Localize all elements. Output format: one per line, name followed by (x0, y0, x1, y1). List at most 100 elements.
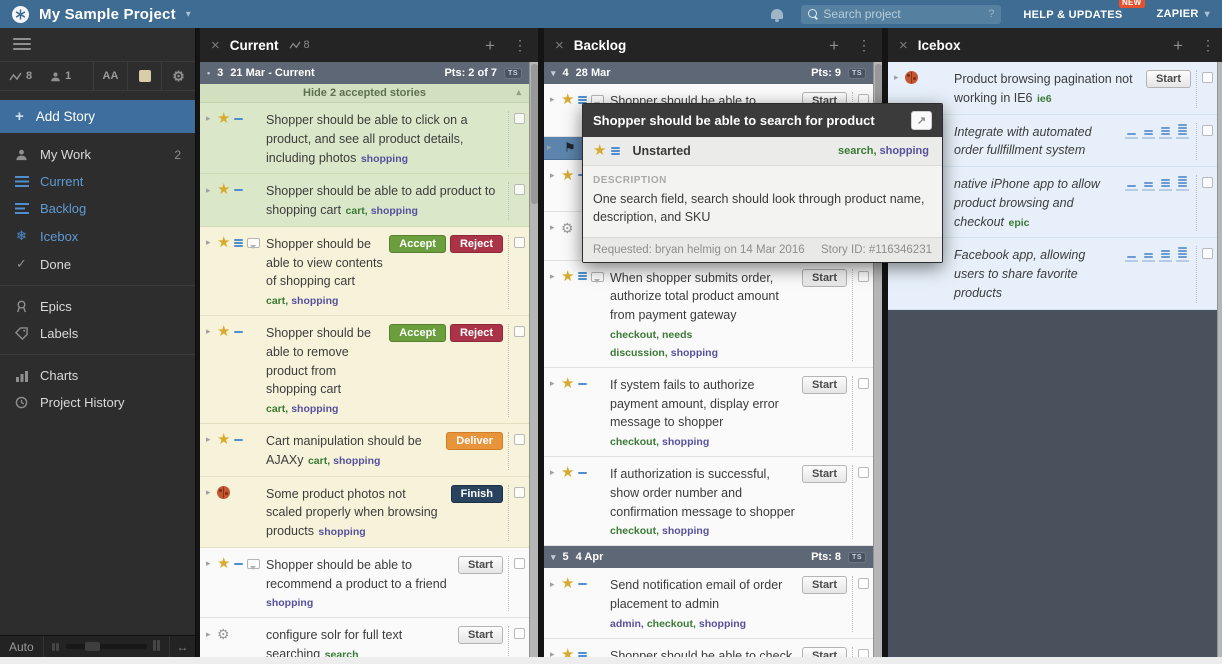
estimate-2-button[interactable] (1142, 130, 1155, 139)
estimate-2-button[interactable] (1142, 182, 1155, 191)
story-label[interactable]: ie6 (1037, 93, 1052, 105)
expander-icon[interactable]: ▸ (206, 113, 213, 124)
zapier-menu[interactable]: ZAPIER ▾ (1157, 8, 1210, 20)
expander-icon[interactable]: ▸ (206, 629, 213, 640)
start-button[interactable]: Start (1146, 70, 1191, 88)
expander-icon[interactable]: ▸ (547, 142, 554, 153)
reject-button[interactable]: Reject (450, 235, 503, 253)
sidebar-item-project-history[interactable]: Project History (0, 389, 195, 416)
sidebar-item-backlog[interactable]: Backlog (0, 195, 195, 222)
expand-panels-button[interactable]: ↔ (169, 636, 195, 657)
start-button[interactable]: Start (802, 269, 847, 287)
density-button[interactable] (127, 62, 161, 90)
expander-icon[interactable]: ▸ (550, 649, 557, 657)
story-row[interactable]: ▸★ If authorization is successful, show … (544, 457, 873, 546)
select-stories-badge[interactable]: TS (504, 68, 522, 79)
font-size-button[interactable]: AA (93, 62, 127, 90)
story-label[interactable]: shopping (671, 347, 718, 359)
story-checkbox[interactable] (514, 113, 525, 124)
story-row[interactable]: ▸ Some product photos not scaled properl… (200, 477, 529, 548)
sidebar-item-charts[interactable]: Charts (0, 362, 195, 389)
expander-icon[interactable]: ▸ (894, 72, 901, 83)
story-checkbox[interactable] (514, 558, 525, 569)
story-label[interactable]: checkout, (610, 436, 659, 448)
story-label[interactable]: cart, (266, 403, 288, 415)
story-checkbox[interactable] (514, 326, 525, 337)
start-button[interactable]: Start (458, 556, 503, 574)
expander-icon[interactable]: ▸ (550, 170, 557, 181)
story-label[interactable]: cart, (308, 455, 330, 467)
reject-button[interactable]: Reject (450, 324, 503, 342)
story-label[interactable]: checkout, (647, 618, 696, 630)
story-row[interactable]: ▸★ If system fails to authorize payment … (544, 368, 873, 457)
story-label[interactable]: cart, (266, 295, 288, 307)
story-label[interactable]: admin, (610, 618, 644, 630)
estimate-3-button[interactable] (1159, 250, 1172, 262)
story-checkbox[interactable] (514, 487, 525, 498)
settings-gear-button[interactable]: ⚙ (161, 62, 195, 90)
story-row[interactable]: ▸★ Shopper should be able to add product… (200, 174, 529, 227)
expander-icon[interactable]: ▸ (206, 434, 213, 445)
open-story-button[interactable]: ↗ (911, 111, 932, 130)
close-panel-icon[interactable]: × (555, 38, 564, 53)
start-button[interactable]: Start (458, 626, 503, 644)
story-label[interactable]: shopping (662, 436, 709, 448)
story-checkbox[interactable] (514, 237, 525, 248)
story-label[interactable]: shopping (371, 205, 418, 217)
expander-icon[interactable]: ▸ (206, 487, 213, 498)
expander-icon[interactable]: ▸ (550, 94, 557, 105)
search-box[interactable]: ? (801, 5, 1001, 24)
story-row[interactable]: ▸★ Shopper should be able to remove prod… (200, 316, 529, 424)
auto-width-button[interactable]: Auto (0, 636, 44, 657)
story-checkbox[interactable] (1202, 72, 1213, 83)
add-story-panel-icon[interactable]: + (829, 37, 839, 54)
story-label[interactable]: checkout, (610, 525, 659, 537)
notifications-bell-icon[interactable] (771, 9, 783, 19)
story-label[interactable]: shopping (291, 295, 338, 307)
estimate-3-button[interactable] (1159, 179, 1172, 191)
expander-icon[interactable]: ▸ (550, 467, 557, 478)
deliver-button[interactable]: Deliver (446, 432, 503, 450)
sidebar-collapse-button[interactable] (0, 28, 195, 61)
story-row[interactable]: ▸★ When shopper submits order, authorize… (544, 261, 873, 368)
story-label[interactable]: cart, (346, 205, 368, 217)
story-label[interactable]: shopping (318, 526, 365, 538)
expander-icon[interactable]: ▸ (550, 271, 557, 282)
story-label[interactable]: shopping (266, 597, 313, 609)
story-row[interactable]: ▸★ Shopper should be able to view conten… (200, 227, 529, 316)
story-label[interactable]: shopping (361, 153, 408, 165)
start-button[interactable]: Start (802, 465, 847, 483)
story-checkbox[interactable] (514, 184, 525, 195)
estimate-1-button[interactable] (1125, 185, 1138, 191)
expander-icon[interactable]: ▸ (206, 558, 213, 569)
story-label[interactable]: shopping (662, 525, 709, 537)
add-story-button[interactable]: + Add Story (0, 100, 195, 133)
story-checkbox[interactable] (858, 378, 869, 389)
add-story-panel-icon[interactable]: + (1173, 37, 1183, 54)
sidebar-item-epics[interactable]: Epics (0, 293, 195, 320)
story-label[interactable]: shopping (291, 403, 338, 415)
iteration-header[interactable]: ▾ 5 4 Apr Pts: 8 TS (544, 546, 873, 568)
panel-menu-icon[interactable]: ⋮ (513, 37, 527, 54)
add-story-panel-icon[interactable]: + (485, 37, 495, 54)
project-caret-icon[interactable]: ▾ (186, 9, 191, 20)
sidebar-item-icebox[interactable]: ❄ Icebox (0, 222, 195, 250)
story-label[interactable]: shopping (699, 618, 746, 630)
search-input[interactable] (823, 7, 983, 21)
start-button[interactable]: Start (802, 647, 847, 657)
story-label[interactable]: shopping (333, 455, 380, 467)
story-label[interactable]: search, (838, 145, 877, 157)
panel-menu-icon[interactable]: ⋮ (857, 37, 871, 54)
tracker-logo-icon[interactable] (12, 6, 29, 23)
estimate-4-button[interactable] (1176, 247, 1189, 262)
panel-scrollbar[interactable] (1217, 62, 1222, 657)
help-updates-link[interactable]: HELP & UPDATES NEW (1023, 5, 1122, 23)
width-slider-handle[interactable] (85, 642, 100, 651)
story-checkbox[interactable] (1202, 125, 1213, 136)
story-row[interactable]: ▸★ Shopper should be able to click on a … (200, 103, 529, 174)
finish-button[interactable]: Finish (451, 485, 503, 503)
expander-icon[interactable]: ▸ (206, 237, 213, 248)
width-slider-track[interactable] (66, 644, 147, 649)
close-panel-icon[interactable]: × (899, 38, 908, 53)
start-button[interactable]: Start (802, 376, 847, 394)
